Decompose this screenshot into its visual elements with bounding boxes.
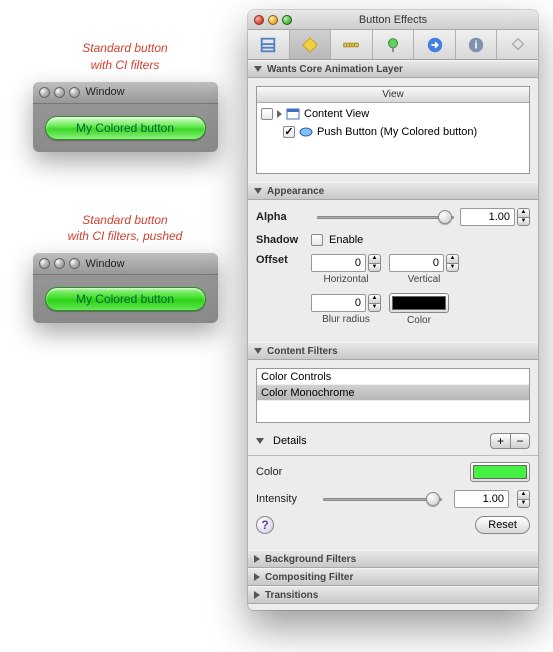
filter-row-color-controls[interactable]: Color Controls — [257, 369, 529, 385]
disclosure-icon — [254, 555, 260, 563]
offset-v-field[interactable]: 0 — [389, 254, 444, 272]
add-filter-button[interactable]: + — [490, 433, 510, 449]
button-icon — [299, 126, 313, 138]
section-content-filters[interactable]: Content Filters — [248, 342, 538, 360]
zoom-icon[interactable] — [69, 87, 80, 98]
intensity-field[interactable]: 1.00 — [454, 490, 509, 508]
demo-titlebar: Window — [33, 82, 218, 104]
offset-label: Offset — [256, 254, 311, 266]
outline-row-content-view[interactable]: Content View — [257, 105, 529, 123]
disclosure-icon — [254, 348, 262, 354]
shadow-label: Shadow — [256, 234, 311, 246]
inspector-panel: Button Effects i Wants Core Animation La… — [248, 10, 538, 610]
layer-checkbox[interactable] — [261, 108, 273, 120]
alpha-label: Alpha — [256, 211, 311, 223]
section-compositing-filter[interactable]: Compositing Filter — [248, 568, 538, 586]
minimize-icon[interactable] — [54, 258, 65, 269]
detail-color-well[interactable] — [470, 462, 530, 482]
disclosure-icon[interactable] — [256, 438, 264, 444]
alpha-field[interactable]: 1.00 — [460, 208, 515, 226]
zoom-icon[interactable] — [69, 258, 80, 269]
tab-attributes[interactable] — [248, 30, 290, 59]
demo-window-pushed: Window My Colored button — [33, 253, 218, 323]
filter-row-color-monochrome[interactable]: Color Monochrome — [257, 385, 529, 401]
tab-connections[interactable] — [414, 30, 456, 59]
colored-button[interactable]: My Colored button — [45, 116, 206, 140]
inspector-titlebar[interactable]: Button Effects — [248, 10, 538, 30]
inspector-title: Button Effects — [248, 14, 538, 26]
outline-row-push-button[interactable]: Push Button (My Colored button) — [257, 123, 529, 141]
section-appearance[interactable]: Appearance — [248, 182, 538, 200]
svg-text:i: i — [475, 39, 478, 51]
details-label: Details — [273, 435, 307, 447]
remove-filter-button[interactable]: − — [510, 433, 530, 449]
colored-button-pushed[interactable]: My Colored button — [45, 287, 206, 311]
help-button[interactable]: ? — [256, 516, 274, 534]
shadow-color-well[interactable] — [389, 293, 449, 313]
intensity-stepper[interactable]: ▲▼ — [517, 490, 530, 508]
minimize-icon[interactable] — [54, 87, 65, 98]
intensity-slider[interactable] — [323, 491, 442, 507]
shadow-enable-checkbox[interactable] — [311, 234, 323, 246]
detail-color-label: Color — [256, 466, 311, 478]
caption-pushed: Standard button with CI filters, pushed — [15, 212, 235, 246]
alpha-slider[interactable] — [317, 209, 454, 225]
close-icon[interactable] — [39, 87, 50, 98]
outline-column-view[interactable]: View — [257, 87, 529, 103]
offset-h-field[interactable]: 0 — [311, 254, 366, 272]
offset-h-stepper[interactable]: ▲▼ — [368, 254, 381, 272]
reset-button[interactable]: Reset — [475, 516, 530, 534]
tab-size[interactable] — [331, 30, 373, 59]
disclosure-icon — [254, 188, 262, 194]
demo-titlebar: Window — [33, 253, 218, 275]
view-outline: View Content View Push Button (My Colore… — [256, 86, 530, 174]
intensity-label: Intensity — [256, 493, 311, 505]
tab-effects[interactable] — [290, 30, 332, 59]
demo-window-title: Window — [86, 86, 125, 98]
section-core-animation[interactable]: Wants Core Animation Layer — [248, 60, 538, 78]
disclosure-icon — [254, 591, 260, 599]
demo-window-title: Window — [86, 258, 125, 270]
disclosure-icon — [254, 573, 260, 581]
disclosure-icon[interactable] — [277, 110, 282, 118]
blur-field[interactable]: 0 — [311, 294, 366, 312]
close-icon[interactable] — [39, 258, 50, 269]
blur-stepper[interactable]: ▲▼ — [368, 294, 381, 312]
tab-applescript[interactable] — [497, 30, 538, 59]
tab-bindings[interactable] — [373, 30, 415, 59]
alpha-stepper[interactable]: ▲▼ — [517, 208, 530, 226]
filter-list[interactable]: Color Controls Color Monochrome — [256, 368, 530, 423]
offset-v-stepper[interactable]: ▲▼ — [446, 254, 459, 272]
enable-label: Enable — [329, 234, 363, 246]
layer-checkbox[interactable] — [283, 126, 295, 138]
section-background-filters[interactable]: Background Filters — [248, 550, 538, 568]
view-icon — [286, 108, 300, 120]
disclosure-icon — [254, 66, 262, 72]
section-transitions[interactable]: Transitions — [248, 586, 538, 604]
tab-identity[interactable]: i — [456, 30, 498, 59]
tabbar: i — [248, 30, 538, 60]
caption-normal: Standard button with CI filters — [15, 40, 235, 74]
demo-window-normal: Window My Colored button — [33, 82, 218, 152]
